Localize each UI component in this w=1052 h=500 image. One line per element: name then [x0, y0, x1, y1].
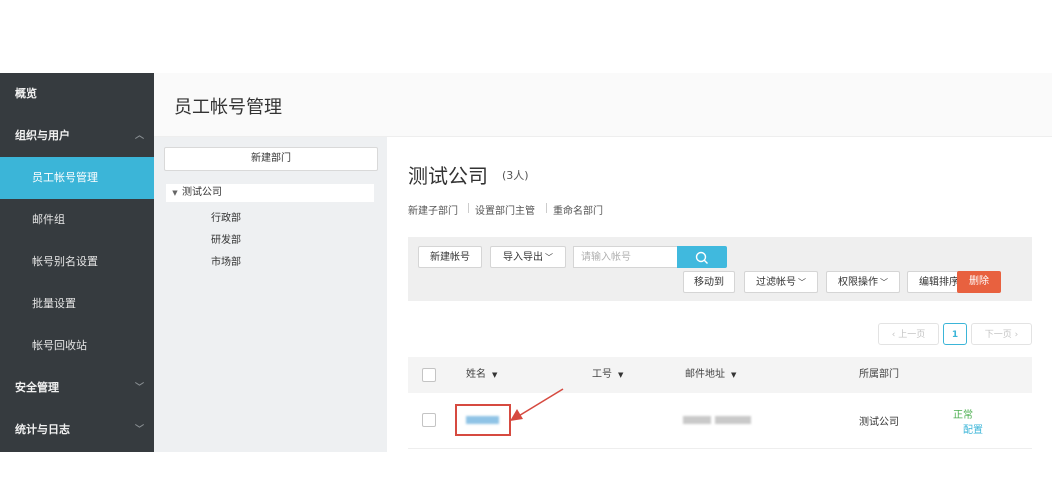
account-search-input[interactable]: [573, 246, 677, 268]
select-all-checkbox[interactable]: [422, 368, 436, 382]
sidebar-item-label: 统计与日志: [15, 423, 70, 436]
tree-node-root[interactable]: ▼ 测试公司: [166, 184, 374, 202]
import-export-label: 导入导出: [503, 252, 543, 263]
page-title: 员工帐号管理: [174, 97, 282, 118]
department-cell: 测试公司: [859, 417, 899, 428]
chevron-down-icon: ﹀: [880, 278, 888, 287]
blurred-email: [715, 416, 751, 424]
new-sub-department-link[interactable]: 新建子部门: [408, 202, 458, 217]
sidebar-item-label: 帐号别名设置: [32, 255, 98, 268]
sidebar-item-label: 邮件组: [32, 213, 65, 226]
page-number-button[interactable]: 1: [943, 323, 967, 345]
blurred-email: [683, 416, 711, 424]
new-account-button[interactable]: 新建帐号: [418, 246, 482, 268]
filter-accounts-label: 过滤帐号: [756, 277, 796, 288]
column-header-label: 工号: [592, 369, 612, 380]
tree-node-marketing[interactable]: 市场部: [211, 253, 241, 268]
filter-accounts-button[interactable]: 过滤帐号 ﹀: [744, 271, 818, 293]
permission-ops-button[interactable]: 权限操作 ﹀: [826, 271, 900, 293]
sidebar-item-label: 概览: [15, 87, 37, 100]
move-to-button[interactable]: 移动到: [683, 271, 735, 293]
department-title: 测试公司: [408, 164, 488, 188]
sidebar: 概览 组织与用户 ︿ 员工帐号管理 邮件组 帐号别名设置 批量设置 帐号回收站 …: [0, 73, 154, 452]
row-checkbox[interactable]: [422, 413, 436, 427]
page-header: 员工帐号管理: [154, 73, 1052, 137]
sidebar-item-label: 批量设置: [32, 297, 76, 310]
sort-down-icon[interactable]: ▼: [618, 371, 623, 379]
new-department-button[interactable]: 新建部门: [164, 147, 378, 171]
member-count: (3人): [502, 169, 529, 182]
account-toolbar: 新建帐号 导入导出﹀ 移动到 过滤帐号﹀ 权限操作﹀ 编辑排序: [408, 237, 1032, 301]
link-divider: [546, 203, 547, 213]
column-header-employee-id[interactable]: 工号 ▼: [592, 357, 623, 393]
link-divider: [468, 203, 469, 213]
sidebar-item-org-users[interactable]: 组织与用户 ︿: [0, 115, 154, 157]
next-page-button[interactable]: 下一页 ›: [971, 323, 1032, 345]
sidebar-item-account-recycle[interactable]: 帐号回收站: [0, 325, 154, 367]
sidebar-item-label: 安全管理: [15, 381, 59, 394]
rename-department-link[interactable]: 重命名部门: [553, 202, 603, 217]
chevron-down-icon: ﹀: [134, 383, 144, 393]
sidebar-item-mail-groups[interactable]: 邮件组: [0, 199, 154, 241]
tree-node-admin[interactable]: 行政部: [211, 209, 241, 224]
prev-page-label: 上一页: [898, 330, 926, 340]
sidebar-item-batch-settings[interactable]: 批量设置: [0, 283, 154, 325]
sidebar-item-security[interactable]: 安全管理 ﹀: [0, 367, 154, 409]
column-header-label: 姓名: [466, 369, 486, 380]
chevron-down-icon: ﹀: [134, 425, 144, 435]
import-export-button[interactable]: 导入导出 ﹀: [490, 246, 566, 268]
search-icon: [695, 250, 709, 269]
chevron-down-icon: ﹀: [545, 253, 553, 262]
next-page-label: 下一页: [984, 330, 1012, 340]
sidebar-item-employee-accounts[interactable]: 员工帐号管理: [0, 157, 154, 199]
column-header-department: 所属部门: [859, 369, 899, 380]
column-header-label: 邮件地址: [685, 369, 725, 380]
table-header: 姓名 ▼ 工号 ▼ 邮件地址 ▼ 所属部门: [408, 357, 1032, 393]
sidebar-item-account-alias[interactable]: 帐号别名设置: [0, 241, 154, 283]
tree-node-label: 测试公司: [182, 187, 222, 198]
sidebar-item-label: 员工帐号管理: [32, 171, 98, 184]
caret-down-icon[interactable]: ▼: [168, 184, 182, 202]
column-header-email[interactable]: 邮件地址 ▼: [685, 357, 736, 393]
sort-down-icon[interactable]: ▼: [731, 371, 736, 379]
status-badge: 正常: [953, 410, 973, 421]
name-cell-highlighted[interactable]: [455, 404, 511, 436]
sidebar-item-overview[interactable]: 概览: [0, 73, 154, 115]
configure-link[interactable]: 配置: [963, 421, 983, 436]
sidebar-item-label: 组织与用户: [15, 129, 70, 142]
chevron-down-icon: ﹀: [798, 278, 806, 287]
sort-down-icon[interactable]: ▼: [492, 371, 497, 379]
set-manager-link[interactable]: 设置部门主管: [475, 202, 535, 217]
search-button[interactable]: [677, 246, 727, 268]
sidebar-item-stats-logs[interactable]: 统计与日志 ﹀: [0, 409, 154, 451]
department-tree-panel: 新建部门 ▼ 测试公司 行政部 研发部 市场部: [154, 137, 387, 452]
prev-page-button[interactable]: ‹ 上一页: [878, 323, 939, 345]
permission-ops-label: 权限操作: [838, 277, 878, 288]
main-content: 测试公司 (3人) 新建子部门 设置部门主管 重命名部门 新建帐号 导入导出 ﹀ …: [387, 137, 1052, 452]
arrow-annotation-icon: [510, 388, 564, 421]
sidebar-item-label: 帐号回收站: [32, 339, 87, 352]
blurred-name: [466, 416, 499, 424]
delete-button[interactable]: 删除: [957, 271, 1001, 293]
chevron-up-icon: ︿: [134, 131, 144, 141]
column-header-name[interactable]: 姓名 ▼: [466, 357, 497, 393]
tree-node-rnd[interactable]: 研发部: [211, 231, 241, 246]
table-row: 测试公司 正常 配置: [408, 393, 1032, 449]
